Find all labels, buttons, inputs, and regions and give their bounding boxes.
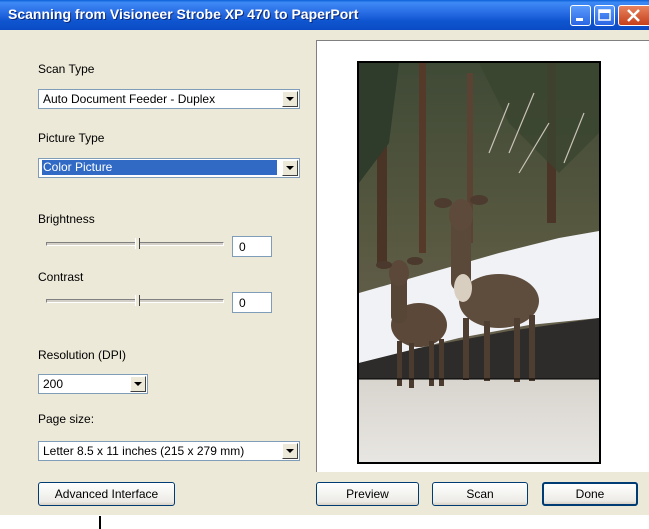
- resolution-label: Resolution (DPI): [38, 348, 127, 362]
- scan-type-label: Scan Type: [38, 62, 95, 76]
- picture-type-label: Picture Type: [38, 131, 105, 145]
- scan-dialog: Scanning from Visioneer Strobe XP 470 to…: [0, 0, 649, 515]
- advanced-interface-button[interactable]: Advanced Interface: [38, 482, 175, 506]
- brightness-input[interactable]: 0: [232, 236, 272, 257]
- brightness-value: 0: [239, 240, 246, 254]
- brightness-label: Brightness: [38, 212, 95, 226]
- chevron-down-icon[interactable]: [282, 443, 298, 459]
- minimize-button[interactable]: [570, 5, 591, 26]
- contrast-slider-thumb[interactable]: [135, 295, 140, 306]
- title-bar[interactable]: Scanning from Visioneer Strobe XP 470 to…: [0, 0, 649, 30]
- resolution-select[interactable]: 200: [38, 374, 148, 394]
- brightness-slider-thumb[interactable]: [135, 238, 140, 249]
- text-cursor-icon: [99, 516, 101, 529]
- scan-type-value: Auto Document Feeder - Duplex: [43, 92, 216, 106]
- chevron-down-icon[interactable]: [282, 91, 298, 107]
- chevron-down-icon[interactable]: [130, 376, 146, 392]
- picture-type-value: Color Picture: [42, 160, 277, 175]
- minimize-icon: [576, 18, 583, 21]
- maximize-icon: [598, 9, 611, 21]
- contrast-value: 0: [239, 296, 246, 310]
- maximize-button[interactable]: [594, 5, 615, 26]
- preview-button[interactable]: Preview: [316, 482, 419, 506]
- chevron-down-icon[interactable]: [282, 160, 298, 176]
- scan-button[interactable]: Scan: [432, 482, 528, 506]
- done-button[interactable]: Done: [542, 482, 638, 506]
- page-size-label: Page size:: [38, 412, 95, 426]
- page-size-select[interactable]: Letter 8.5 x 11 inches (215 x 279 mm): [38, 441, 300, 461]
- contrast-input[interactable]: 0: [232, 292, 272, 313]
- preview-panel: [316, 40, 649, 472]
- page-outline: [357, 61, 601, 464]
- window-title: Scanning from Visioneer Strobe XP 470 to…: [8, 6, 359, 22]
- close-icon: [627, 9, 640, 22]
- resolution-value: 200: [43, 377, 64, 391]
- contrast-label: Contrast: [38, 270, 84, 284]
- scanned-photo-image: [359, 63, 599, 462]
- close-button[interactable]: [618, 5, 649, 26]
- scan-type-select[interactable]: Auto Document Feeder - Duplex: [38, 89, 300, 109]
- page-size-value: Letter 8.5 x 11 inches (215 x 279 mm): [43, 444, 245, 458]
- picture-type-select[interactable]: Color Picture: [38, 158, 300, 178]
